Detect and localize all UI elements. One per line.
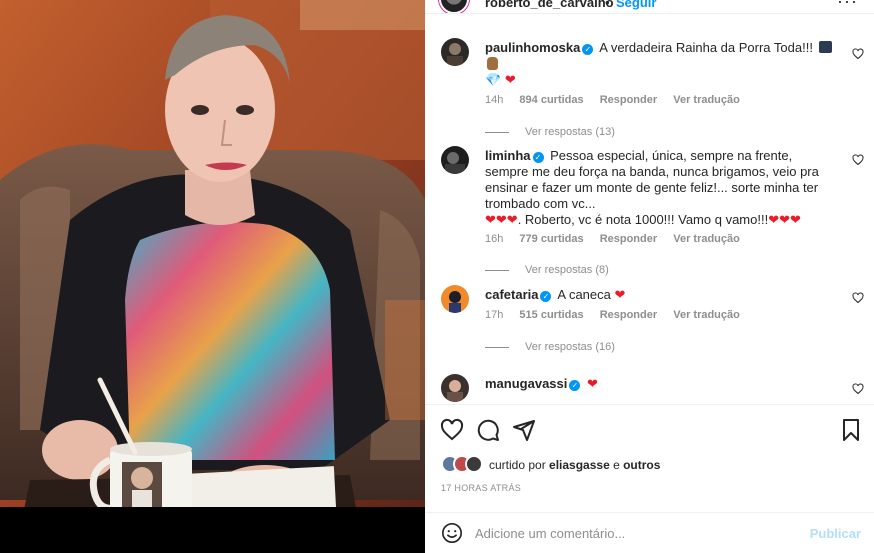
comment-like-icon[interactable]: [852, 292, 864, 304]
author-avatar[interactable]: [439, 0, 469, 13]
comment-time[interactable]: 14h: [485, 94, 503, 106]
comment-meta: 16h 779 curtidas Responder Ver tradução: [485, 233, 753, 245]
comment-content: A verdadeira Rainha da Porra Toda!!!: [599, 40, 813, 55]
likes-others[interactable]: outros: [623, 458, 660, 472]
comment-input[interactable]: [475, 523, 795, 543]
more-options-icon[interactable]: ···: [837, 0, 858, 12]
view-replies-button[interactable]: Ver respostas (16): [485, 341, 615, 353]
view-replies-label: Ver respostas (13): [525, 126, 615, 138]
likes-suffix: e: [609, 458, 624, 472]
comment-content: A caneca: [557, 287, 611, 302]
post-image: [0, 0, 425, 530]
post-header: roberto_de_carvalho • Seguir ···: [425, 0, 874, 14]
replies-line: [485, 346, 509, 348]
bookmark-icon[interactable]: [839, 418, 863, 442]
verified-badge-icon: ✓: [532, 152, 544, 163]
commenter-avatar[interactable]: [441, 374, 469, 402]
comments-list[interactable]: paulinhomoska ✓ A verdadeira Rainha da Po…: [425, 14, 874, 404]
speech-bubble-icon[interactable]: [476, 418, 500, 442]
follow-button[interactable]: Seguir: [616, 0, 656, 10]
publish-button[interactable]: Publicar: [810, 526, 861, 541]
view-replies-button[interactable]: Ver respostas (8): [485, 264, 609, 276]
commenter-username[interactable]: paulinhomoska: [485, 40, 580, 55]
likes-text: curtido por eliasgasse e outros: [489, 458, 660, 472]
liker-username[interactable]: eliasgasse: [549, 458, 610, 472]
reply-button[interactable]: Responder: [600, 94, 657, 106]
comment-time[interactable]: 17h: [485, 309, 503, 321]
post-side-panel: roberto_de_carvalho • Seguir ··· paulinh…: [425, 0, 874, 553]
heart-outline-icon[interactable]: [440, 418, 464, 442]
verified-badge-icon: ✓: [582, 44, 594, 55]
gem-emoji-icon: 💎: [485, 72, 502, 87]
add-comment-bar: Publicar: [425, 512, 874, 553]
view-replies-label: Ver respostas (8): [525, 264, 609, 276]
commenter-username[interactable]: cafetaria: [485, 287, 538, 302]
rock-hand-emoji-icon: [487, 57, 498, 70]
comment-likes-count[interactable]: 779 curtidas: [519, 233, 583, 245]
reply-button[interactable]: Responder: [600, 309, 657, 321]
comment-like-icon[interactable]: [852, 48, 864, 60]
commenter-username[interactable]: manugavassi: [485, 376, 567, 391]
photo-bottom-band: [0, 507, 425, 530]
comment-text: cafetaria ✓ A caneca ❤: [485, 287, 837, 303]
post-actions: curtido por eliasgasse e outros 17 HORAS…: [425, 404, 874, 514]
comment-likes-count[interactable]: 515 curtidas: [519, 309, 583, 321]
heart-emoji-icon: ❤❤❤: [485, 212, 518, 227]
header-separator: •: [605, 0, 610, 10]
clapper-emoji-icon: [818, 41, 832, 53]
replies-line: [485, 269, 509, 271]
comment-text: liminha ✓ Pessoa especial, única, sempre …: [485, 148, 837, 228]
comment-text: manugavassi ✓ ❤: [485, 376, 837, 392]
verified-badge-icon: ✓: [540, 291, 552, 302]
view-replies-button[interactable]: Ver respostas (13): [485, 126, 615, 138]
heart-emoji-icon: ❤: [504, 72, 516, 87]
heart-emoji-icon: ❤❤❤: [768, 212, 801, 227]
comment-likes-count[interactable]: 894 curtidas: [519, 94, 583, 106]
comment-text: paulinhomoska ✓ A verdadeira Rainha da Po…: [485, 40, 837, 88]
likes-prefix: curtido por: [489, 458, 550, 472]
comment-content-tail: . Roberto, vc é nota 1000!!! Vamo q vamo…: [517, 212, 769, 227]
commenter-username[interactable]: liminha: [485, 148, 531, 163]
paper-plane-icon[interactable]: [512, 418, 536, 442]
see-translation-button[interactable]: Ver tradução: [673, 94, 740, 106]
smiley-icon[interactable]: [441, 522, 463, 544]
commenter-avatar[interactable]: [441, 38, 469, 66]
reply-button[interactable]: Responder: [600, 233, 657, 245]
post-timestamp[interactable]: 17 HORAS ATRÁS: [441, 483, 521, 493]
heart-emoji-icon: ❤: [614, 287, 626, 302]
verified-badge-icon: ✓: [569, 380, 581, 391]
comment-like-icon[interactable]: [852, 383, 864, 395]
comment-like-icon[interactable]: [852, 154, 864, 166]
liker-avatar: [465, 455, 483, 473]
heart-emoji-icon: ❤: [587, 376, 598, 391]
comment-meta: 14h 894 curtidas Responder Ver tradução: [485, 94, 753, 106]
commenter-avatar[interactable]: [441, 285, 469, 313]
replies-line: [485, 131, 509, 133]
comment-meta: 17h 515 curtidas Responder Ver tradução: [485, 309, 753, 321]
commenter-avatar[interactable]: [441, 146, 469, 174]
author-username[interactable]: roberto_de_carvalho: [485, 0, 614, 10]
comment-time[interactable]: 16h: [485, 233, 503, 245]
see-translation-button[interactable]: Ver tradução: [673, 309, 740, 321]
see-translation-button[interactable]: Ver tradução: [673, 233, 740, 245]
post-photo[interactable]: [0, 0, 425, 530]
view-replies-label: Ver respostas (16): [525, 341, 615, 353]
